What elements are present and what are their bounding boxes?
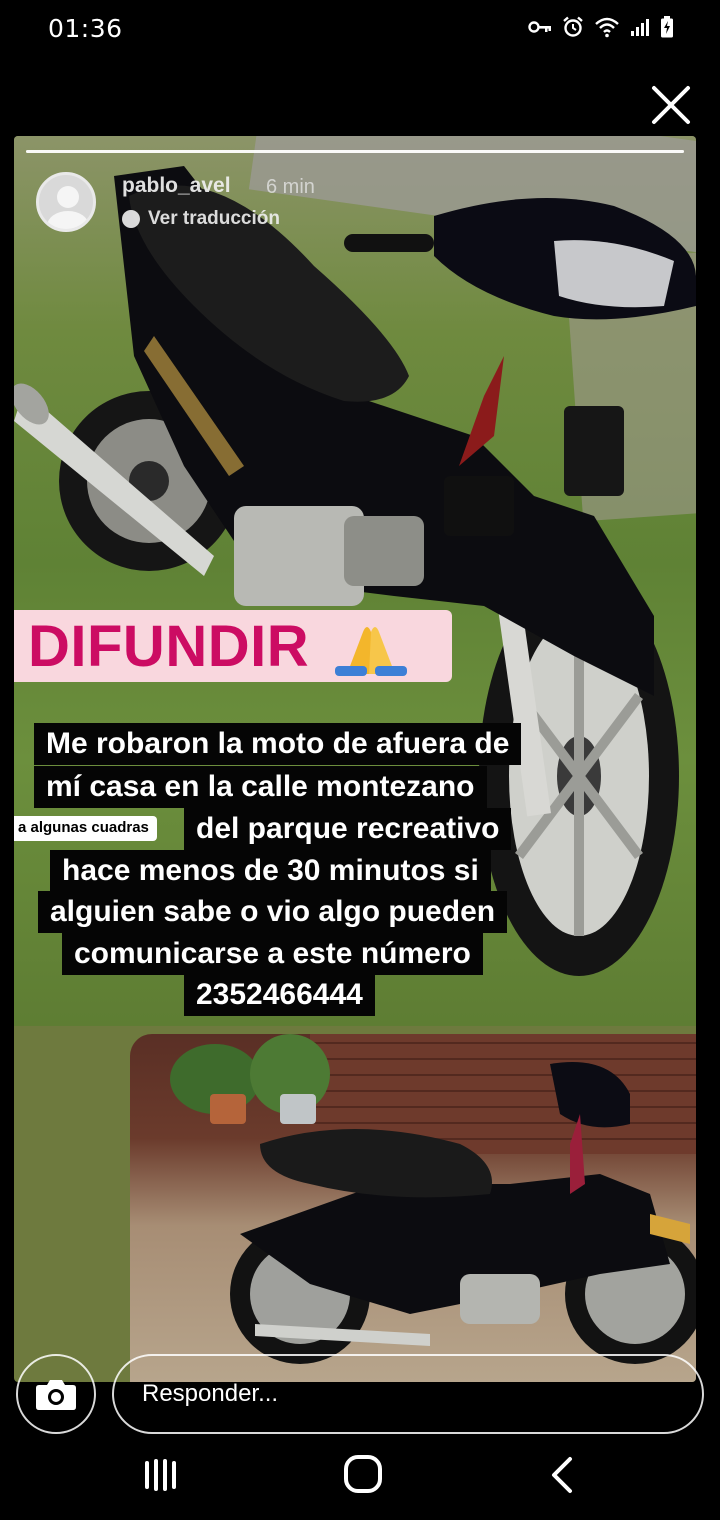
phone-number: 2352466444 [184, 974, 375, 1016]
translate-globe-icon [122, 210, 140, 228]
key-icon [528, 21, 551, 33]
message-line-3: del parque recreativo [184, 808, 512, 850]
status-time: 01:36 [48, 14, 123, 43]
alarm-icon [563, 16, 583, 37]
camera-icon [36, 1380, 76, 1410]
story-card[interactable]: pablo_avel 6 min Ver traducción DIFUNDIR… [14, 136, 696, 1382]
avatar[interactable] [36, 172, 96, 232]
story-time-ago: 6 min [266, 176, 315, 198]
home-icon[interactable] [343, 1454, 383, 1494]
back-icon[interactable] [546, 1456, 582, 1494]
close-icon[interactable] [648, 82, 694, 128]
wifi-icon [595, 17, 619, 38]
camera-button[interactable] [16, 1354, 96, 1434]
recent-apps-icon[interactable] [142, 1457, 182, 1493]
reply-input[interactable]: Responder... [112, 1354, 704, 1434]
translate-label: Ver traducción [148, 208, 280, 229]
difundir-sticker: DIFUNDIR [14, 610, 452, 682]
story-photo-bottom [130, 1034, 696, 1382]
difundir-text: DIFUNDIR [28, 613, 310, 679]
battery-icon [661, 16, 673, 38]
story-progress-fill [26, 150, 684, 153]
message-line-5: alguien sabe o vio algo pueden [38, 891, 508, 933]
message-line-2: mí casa en la calle montezano [34, 766, 487, 808]
story-username[interactable]: pablo_avel [122, 174, 231, 198]
message-line-1: Me robaron la moto de afuera de [34, 723, 522, 765]
message-line-6: comunicarse a este número [62, 933, 483, 975]
note-chip: a algunas cuadras [14, 816, 157, 841]
praying-hands-icon [335, 627, 408, 676]
story-progress-bar [26, 150, 684, 153]
translate-button[interactable]: Ver traducción [122, 208, 280, 230]
status-icons [528, 16, 674, 38]
reply-placeholder: Responder... [142, 1380, 279, 1407]
signal-icon [631, 19, 649, 36]
motorcycle-image [230, 1062, 696, 1364]
status-bar: 01:36 [0, 0, 720, 60]
message-line-4: hace menos de 30 minutos si [50, 850, 491, 892]
